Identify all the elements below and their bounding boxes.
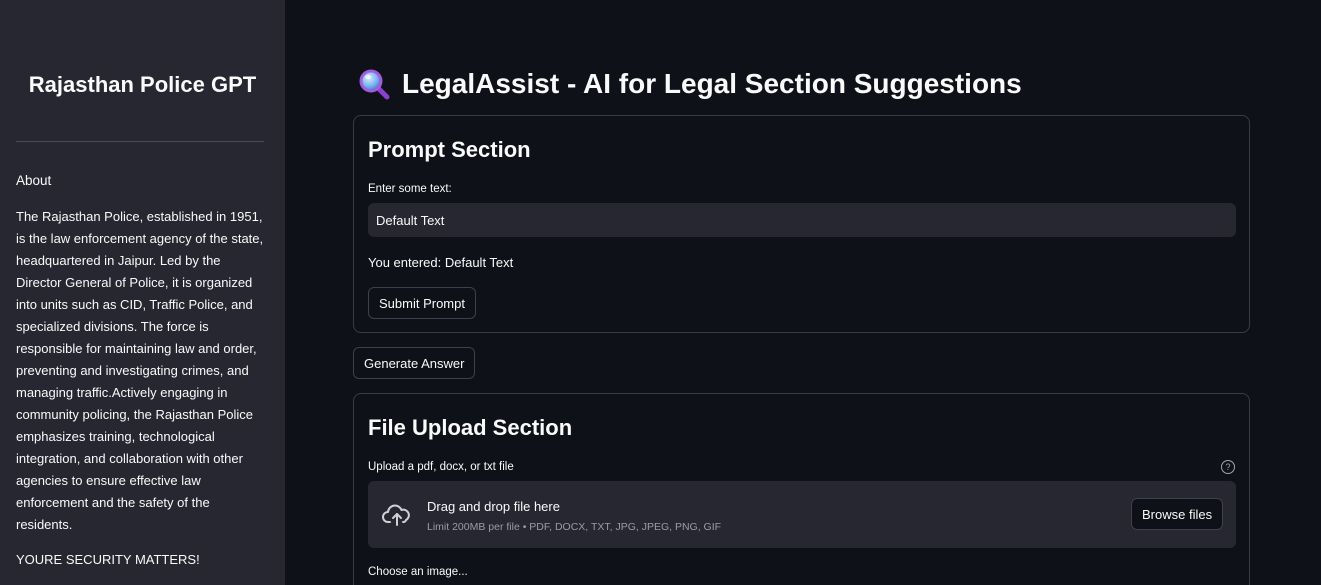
prompt-input-label: Enter some text: — [368, 183, 452, 195]
cloud-upload-icon — [382, 504, 410, 526]
sidebar-about-label: About — [16, 173, 52, 188]
generate-answer-button[interactable]: Generate Answer — [353, 347, 476, 379]
dropzone-subtitle: Limit 200MB per file • PDF, DOCX, TXT, J… — [427, 521, 722, 533]
file-dropzone[interactable]: Drag and drop file here Limit 200MB per … — [368, 481, 1236, 548]
sidebar-title: Rajasthan Police GPT — [28, 72, 257, 97]
upload-label: Upload a pdf, docx, or txt file — [368, 461, 514, 473]
prompt-section-heading: Prompt Section — [368, 137, 531, 162]
prompt-echo-text: You entered: Default Text — [368, 255, 514, 270]
page-title-text: LegalAssist - AI for Legal Section Sugge… — [402, 68, 1022, 99]
app-root: Rajasthan Police GPT About The Rajasthan… — [0, 0, 1321, 585]
sidebar-divider — [16, 141, 264, 142]
prompt-input[interactable] — [368, 203, 1236, 237]
sidebar-footer: YOURE SECURITY MATTERS! — [16, 552, 200, 567]
prompt-section-card: Prompt Section Enter some text: You ente… — [353, 115, 1250, 333]
sidebar-description: The Rajasthan Police, established in 195… — [16, 209, 264, 532]
dropzone-title: Drag and drop file here — [427, 499, 560, 514]
file-upload-section-card: File Upload Section Upload a pdf, docx, … — [353, 393, 1250, 585]
sidebar: Rajasthan Police GPT About The Rajasthan… — [0, 0, 285, 585]
browse-files-button[interactable]: Browse files — [1131, 498, 1224, 530]
choose-image-label: Choose an image... — [368, 566, 468, 578]
question-circle-icon[interactable]: ? — [1221, 460, 1235, 474]
upload-section-heading: File Upload Section — [368, 415, 573, 440]
magnifying-glass-icon — [359, 69, 390, 100]
page-title: LegalAssist - AI for Legal Section Sugge… — [358, 64, 1022, 104]
submit-prompt-button[interactable]: Submit Prompt — [368, 287, 476, 319]
